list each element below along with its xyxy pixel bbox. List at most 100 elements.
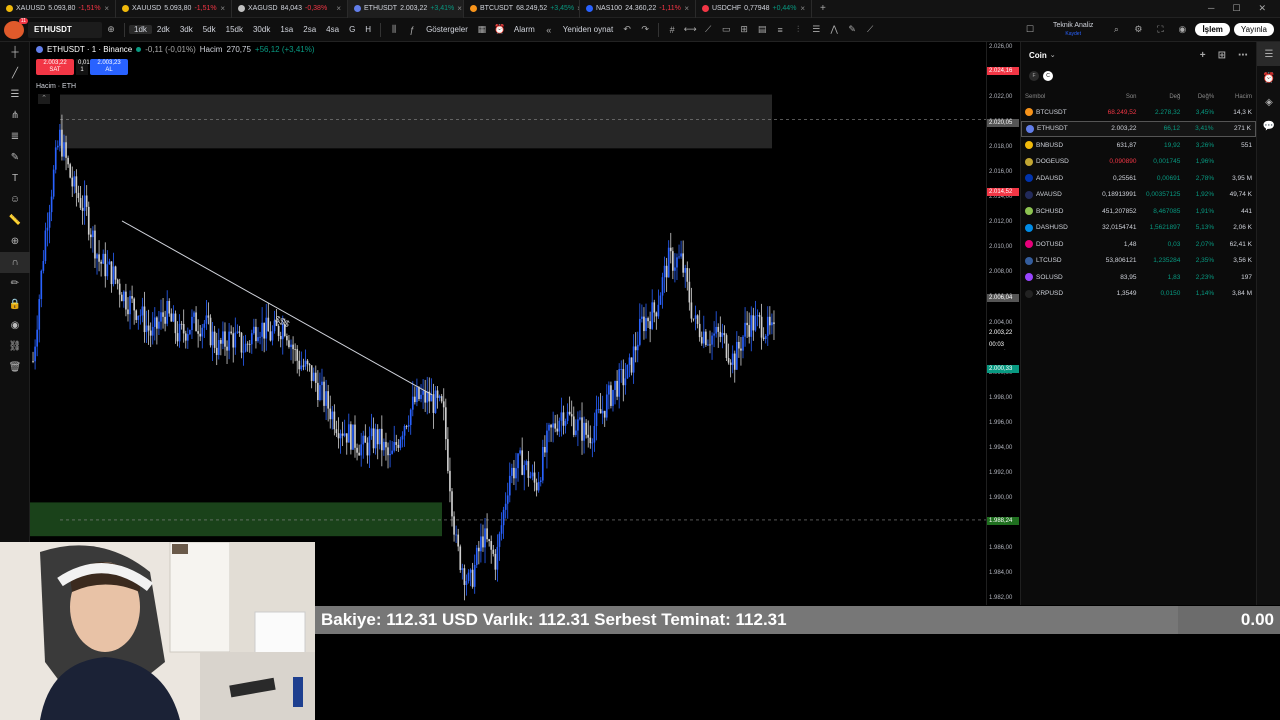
fib-tool-icon[interactable]: ≣ (0, 126, 30, 147)
trade-button[interactable]: İşlem (1195, 23, 1230, 36)
close-window-icon[interactable]: ✕ (1258, 3, 1266, 14)
rect-icon[interactable]: ▭ (717, 24, 735, 35)
chat-icon[interactable]: 💬 (1257, 114, 1280, 138)
interval-G[interactable]: G (344, 25, 360, 34)
header-pct[interactable]: Değ% (1180, 94, 1214, 104)
watchlist-row[interactable]: AVAUSD 0,18913991 0,00357125 1,92% 49,74 K (1021, 187, 1256, 204)
price-axis[interactable]: 2.026,002.024,002.022,002.020,002.018,00… (986, 42, 1020, 605)
browser-tab[interactable]: NAS100 24.360,22 -1,11% × (580, 0, 696, 18)
hlines-tool-icon[interactable]: ☰ (0, 84, 30, 105)
undo-icon[interactable]: ↶ (618, 24, 636, 35)
close-tab-icon[interactable]: × (104, 4, 109, 13)
interval-H[interactable]: H (360, 25, 376, 34)
watchlist-row[interactable]: ETHUSDT 2.003,22 66,12 3,41% 271 K (1021, 120, 1256, 137)
trendline-tool-icon[interactable]: ╱ (0, 63, 30, 84)
maximize-icon[interactable]: ☐ (1232, 3, 1240, 14)
chevron-down-icon[interactable]: ⌄ (1050, 51, 1056, 59)
watchlist-row[interactable]: DASHUSD 32,0154741 1,5621897 5,13% 2,06 K (1021, 220, 1256, 237)
text-tool-icon[interactable]: T (0, 168, 30, 189)
minimize-icon[interactable]: ─ (1208, 3, 1214, 14)
browser-tab[interactable]: XAUUSD 5.093,80 -1,51% × (0, 0, 116, 18)
magnet-tool-icon[interactable]: ∩ (0, 252, 30, 273)
lock-icon[interactable]: 🔒 (0, 294, 30, 315)
crosshair-icon[interactable]: ┼ (0, 42, 30, 63)
chart-pane[interactable]: $$$ ETHUSDT · 1 · Binance -0,11 (-0,01%)… (30, 42, 986, 605)
vline-icon[interactable]: ⫶ (789, 24, 807, 35)
add-icon[interactable]: + (1200, 50, 1206, 61)
header-vol[interactable]: Hacim (1214, 94, 1252, 104)
close-tab-icon[interactable]: × (684, 4, 689, 13)
grid-icon[interactable]: # (663, 25, 681, 35)
indicators-button[interactable]: Göstergeler (421, 25, 473, 34)
replay-icon[interactable]: « (540, 25, 558, 35)
link-icon[interactable]: ⛓ (0, 336, 30, 357)
fullscreen-icon[interactable]: ⛶ (1151, 24, 1169, 35)
watchlist-row[interactable]: ADAUSD 0,25561 0,00691 2,78% 3,95 M (1021, 170, 1256, 187)
ruler-tool-icon[interactable]: 📏 (0, 210, 30, 231)
browser-tab[interactable]: XAUUSD 5.093,80 -1,51% × (116, 0, 232, 18)
watchlist-row[interactable]: DOTUSD 1,48 0,03 2,07% 62,41 K (1021, 236, 1256, 253)
interval-1dk[interactable]: 1dk (129, 25, 152, 34)
browser-tab[interactable]: ETHUSDT 2.003,22 +3,41% × (348, 0, 464, 18)
alert-icon[interactable]: ⏰ (491, 24, 509, 35)
watchlist-title[interactable]: Coin (1029, 51, 1047, 60)
interval-2sa[interactable]: 2sa (298, 25, 321, 34)
interval-15dk[interactable]: 15dk (221, 25, 248, 34)
legend-pair[interactable]: ETHUSDT · 1 · Binance (47, 45, 132, 54)
quantity-box[interactable]: 0,01 1 (76, 59, 90, 75)
path-icon[interactable]: ⟋ (861, 24, 879, 35)
watchlist-row[interactable]: DOGEUSD 0,090890 0,001745 1,96% (1021, 154, 1256, 171)
indicators-icon[interactable]: ƒ (403, 25, 421, 35)
layout-name[interactable]: Teknik Analiz Kaydet (1043, 22, 1103, 38)
layout-square-icon[interactable]: ☐ (1021, 24, 1039, 35)
alert-button[interactable]: Alarm (509, 25, 540, 34)
camera-icon[interactable]: ◉ (1173, 24, 1191, 35)
browser-tab[interactable]: XAGUSD 84,043 -0,38% × (232, 0, 348, 18)
watchlist-row[interactable]: SOLUSD 83,95 1,83 2,23% 197 (1021, 269, 1256, 286)
replay-button[interactable]: Yeniden oynat (558, 25, 618, 34)
header-last[interactable]: Son (1087, 94, 1137, 104)
alerts-icon[interactable]: ⏰ (1257, 66, 1280, 90)
emoji-tool-icon[interactable]: ☺ (0, 189, 30, 210)
gear-icon[interactable]: ⚙ (1129, 24, 1147, 35)
close-tab-icon[interactable]: × (336, 4, 341, 13)
chip-f[interactable]: F (1029, 71, 1039, 81)
lines-icon[interactable]: ≡ (771, 25, 789, 35)
templates-icon[interactable]: ▦ (473, 24, 491, 35)
app-logo[interactable]: 11 (4, 17, 28, 39)
brush-tool-icon[interactable]: ✎ (0, 147, 30, 168)
watchlist-row[interactable]: BTCUSDT 68.249,52 2.278,32 3,45% 14,3 K (1021, 104, 1256, 121)
brush-icon[interactable]: ✎ (843, 24, 861, 35)
more-icon[interactable]: ⋯ (1238, 50, 1248, 61)
close-tab-icon[interactable]: × (457, 4, 462, 13)
interval-3dk[interactable]: 3dk (175, 25, 198, 34)
sell-button[interactable]: 2.003,22 SAT (36, 59, 74, 75)
interval-5dk[interactable]: 5dk (198, 25, 221, 34)
add-symbol-icon[interactable]: ⊕ (102, 24, 120, 35)
lock-draw-icon[interactable]: ✏ (0, 273, 30, 294)
close-tab-icon[interactable]: × (800, 4, 805, 13)
chip-c[interactable]: C (1043, 71, 1053, 81)
hline-icon[interactable]: ⟷ (681, 24, 699, 35)
interval-2dk[interactable]: 2dk (152, 25, 175, 34)
symbol-search-button[interactable]: ETHUSDT (28, 21, 102, 38)
pitchfork-tool-icon[interactable]: ⋔ (0, 105, 30, 126)
layers-icon[interactable]: ◈ (1257, 90, 1280, 114)
watchlist-row[interactable]: XRPUSD 1,3549 0,0150 1,14% 3,84 M (1021, 286, 1256, 303)
zoom-tool-icon[interactable]: ⊕ (0, 231, 30, 252)
layout-icon[interactable]: ⊞ (735, 24, 753, 35)
measure-icon[interactable]: ▤ (753, 24, 771, 35)
trash-icon[interactable]: 🗑 (0, 357, 30, 378)
trendline-icon[interactable]: ⟋ (699, 24, 717, 35)
close-tab-icon[interactable]: × (220, 4, 225, 13)
redo-icon[interactable]: ↷ (636, 24, 654, 35)
publish-button[interactable]: Yayınla (1233, 23, 1274, 36)
layout-icon[interactable]: ⊞ (1218, 50, 1226, 61)
browser-tab[interactable]: USDCHF 0,77948 +0,44% × (696, 0, 812, 18)
fib-icon[interactable]: ☰ (807, 24, 825, 35)
watchlist-icon[interactable]: ☰ (1257, 42, 1280, 66)
collapse-legend-icon[interactable]: ⌃ (38, 94, 50, 104)
watchlist-row[interactable]: BCHUSD 451,207852 8,467085 1,91% 441 (1021, 203, 1256, 220)
interval-30dk[interactable]: 30dk (248, 25, 275, 34)
buy-button[interactable]: 2.003,23 AL (90, 59, 128, 75)
